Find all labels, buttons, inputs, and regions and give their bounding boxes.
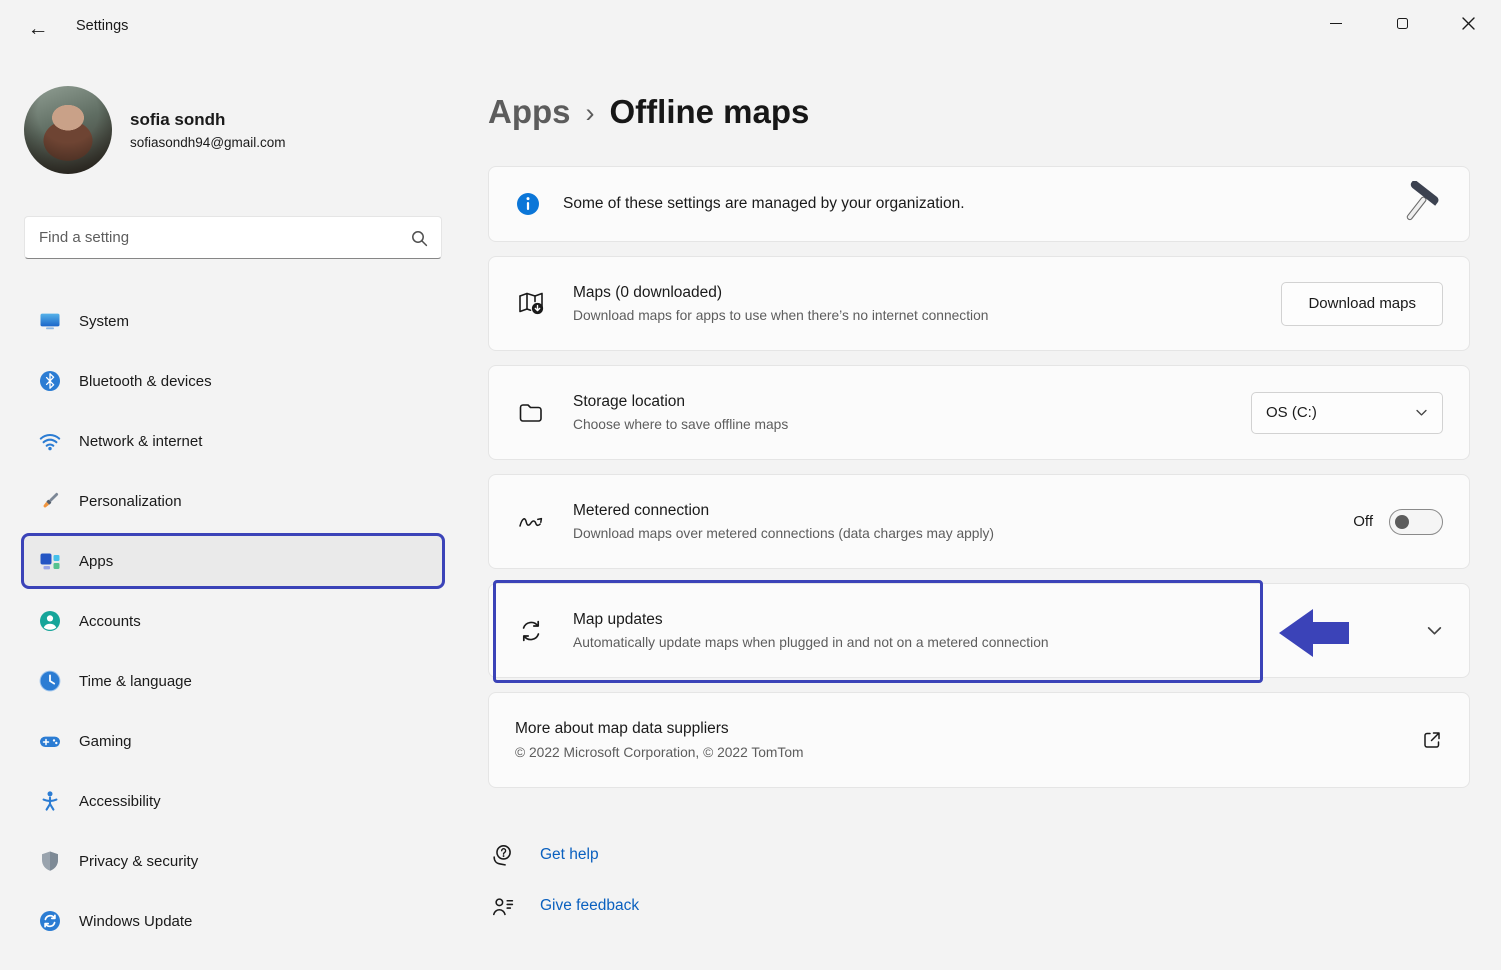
download-maps-button[interactable]: Download maps [1281,282,1443,326]
breadcrumb-separator-icon: › [586,95,595,129]
sidebar-item-label: Apps [79,553,113,570]
back-button[interactable]: ← [18,12,58,46]
suppliers-title: More about map data suppliers [515,720,803,738]
suppliers-copyright: © 2022 Microsoft Corporation, © 2022 Tom… [515,745,803,760]
bluetooth-icon [38,369,62,393]
breadcrumb-apps[interactable]: Apps [488,93,571,131]
sidebar-item-apps[interactable]: Apps [24,536,442,586]
sidebar-item-label: Accounts [79,613,141,630]
maps-title: Maps (0 downloaded) [573,284,988,302]
get-help-link[interactable]: Get help [540,846,599,864]
user-profile[interactable]: sofia sondh sofiasondh94@gmail.com [24,86,442,174]
network-icon [38,429,62,453]
accounts-icon [38,609,62,633]
sidebar-item-label: Time & language [79,673,192,690]
sidebar: sofia sondh sofiasondh94@gmail.com Syste… [0,56,466,970]
metered-toggle[interactable] [1389,509,1443,535]
search-box [24,216,442,259]
toggle-knob [1395,515,1409,529]
sidebar-item-gaming[interactable]: Gaming [24,716,442,766]
sidebar-item-label: Personalization [79,493,182,510]
main-content: Apps › Offline maps Some of these settin… [488,84,1470,923]
hammer-graphic [1397,181,1443,227]
storage-location-dropdown[interactable]: OS (C:) [1251,392,1443,434]
windows-update-icon [38,909,62,933]
sidebar-item-system[interactable]: System [24,296,442,346]
sidebar-item-label: Privacy & security [79,853,198,870]
sidebar-item-label: Accessibility [79,793,161,810]
profile-name: sofia sondh [130,110,286,130]
sidebar-item-accessibility[interactable]: Accessibility [24,776,442,826]
accessibility-icon [38,789,62,813]
external-link-icon [1421,729,1443,751]
breadcrumb: Apps › Offline maps [488,84,1470,140]
sidebar-item-label: Windows Update [79,913,192,930]
sidebar-item-label: Gaming [79,733,132,750]
sidebar-item-bluetooth-devices[interactable]: Bluetooth & devices [24,356,442,406]
sidebar-item-label: System [79,313,129,330]
get-help-row: Get help [490,838,1470,872]
minimize-icon [1330,23,1342,24]
system-icon [38,309,62,333]
get-help-icon [490,843,515,868]
sidebar-item-label: Network & internet [79,433,202,450]
sidebar-item-privacy-security[interactable]: Privacy & security [24,836,442,886]
profile-email: sofiasondh94@gmail.com [130,135,286,150]
search-input[interactable] [25,217,441,258]
help-links: Get help Give feedback [488,838,1470,923]
avatar [24,86,112,174]
sidebar-item-personalization[interactable]: Personalization [24,476,442,526]
organization-banner: Some of these settings are managed by yo… [488,166,1470,242]
maps-description: Download maps for apps to use when there… [573,308,988,323]
titlebar: ← Settings [0,0,1501,56]
maximize-button[interactable] [1369,0,1435,46]
storage-location-value: OS (C:) [1266,404,1317,421]
close-icon [1462,17,1475,30]
map-updates-title: Map updates [573,611,1049,629]
minimize-button[interactable] [1303,0,1369,46]
search-icon [411,230,428,247]
storage-description: Choose where to save offline maps [573,417,788,432]
storage-location-card: Storage location Choose where to save of… [488,365,1470,460]
chevron-down-icon [1415,406,1428,419]
gaming-icon [38,729,62,753]
sidebar-item-network-internet[interactable]: Network & internet [24,416,442,466]
sidebar-nav: System Bluetooth & devices Network & int… [24,296,442,946]
metered-description: Download maps over metered connections (… [573,526,994,541]
window-title: Settings [76,18,128,34]
sidebar-item-accounts[interactable]: Accounts [24,596,442,646]
map-download-icon [516,289,546,319]
metered-connection-icon [516,507,546,537]
maximize-icon [1397,18,1408,29]
time-language-icon [38,669,62,693]
sync-icon [516,616,546,646]
window-controls [1303,0,1501,46]
feedback-icon [490,894,515,919]
sidebar-item-windows-update[interactable]: Windows Update [24,896,442,946]
map-data-suppliers-card[interactable]: More about map data suppliers © 2022 Mic… [488,692,1470,788]
metered-title: Metered connection [573,502,994,520]
chevron-down-icon[interactable] [1426,622,1443,639]
give-feedback-row: Give feedback [490,889,1470,923]
page-title: Offline maps [610,93,810,131]
info-icon [515,191,541,217]
close-button[interactable] [1435,0,1501,46]
map-updates-description: Automatically update maps when plugged i… [573,635,1049,650]
metered-toggle-label: Off [1353,513,1373,530]
annotation-arrow [1279,607,1349,659]
sidebar-item-label: Bluetooth & devices [79,373,212,390]
privacy-security-icon [38,849,62,873]
sidebar-item-time-language[interactable]: Time & language [24,656,442,706]
maps-card: Maps (0 downloaded) Download maps for ap… [488,256,1470,351]
banner-text: Some of these settings are managed by yo… [563,195,965,213]
give-feedback-link[interactable]: Give feedback [540,897,639,915]
personalization-icon [38,489,62,513]
apps-icon [38,549,62,573]
folder-icon [517,399,545,427]
storage-title: Storage location [573,393,788,411]
map-updates-card[interactable]: Map updates Automatically update maps wh… [488,583,1470,678]
metered-connection-card: Metered connection Download maps over me… [488,474,1470,569]
